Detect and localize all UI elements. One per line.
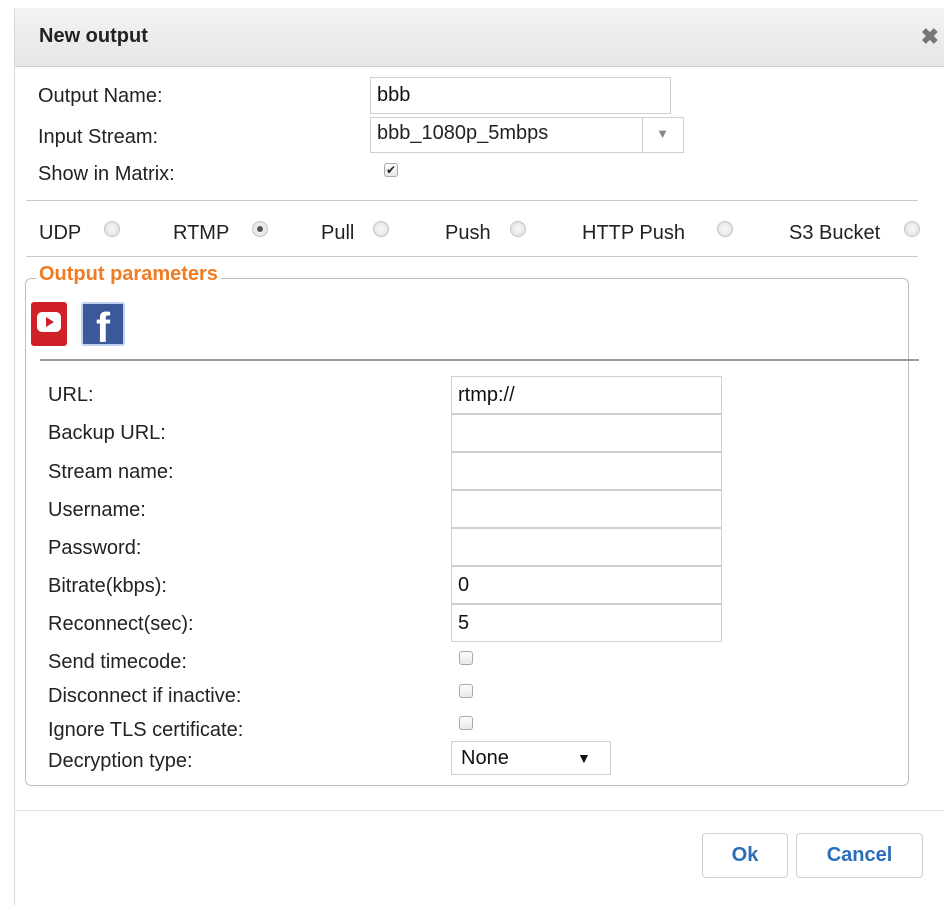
show-in-matrix-label: Show in Matrix: [38, 163, 175, 185]
close-icon[interactable]: ✖ [921, 24, 939, 50]
decryption-type-value: None [461, 747, 509, 769]
divider [40, 359, 919, 361]
facebook-icon[interactable]: f [81, 302, 125, 351]
protocol-udp-radio[interactable] [104, 221, 120, 237]
protocol-pull-label[interactable]: Pull [321, 222, 354, 245]
stream-name-label: Stream name: [48, 461, 174, 483]
stream-name-input[interactable] [451, 452, 722, 490]
decryption-type-select[interactable]: None ▼ [451, 741, 611, 775]
ignore-tls-checkbox[interactable] [459, 716, 473, 730]
decryption-type-label: Decryption type: [48, 750, 193, 772]
input-stream-label: Input Stream: [38, 126, 159, 148]
output-name-input[interactable] [370, 77, 671, 114]
protocol-pull-radio[interactable] [373, 221, 389, 237]
show-in-matrix-checkbox[interactable]: ✔ [384, 163, 398, 177]
password-label: Password: [48, 537, 142, 559]
divider [26, 256, 918, 257]
background-window-strip [0, 0, 944, 8]
input-stream-select[interactable]: bbb_1080p_5mbps ▼ [370, 117, 684, 153]
protocol-push-radio[interactable] [510, 221, 526, 237]
bitrate-input[interactable] [451, 566, 722, 604]
password-input[interactable] [451, 528, 722, 566]
backup-url-input[interactable] [451, 414, 722, 452]
cancel-button[interactable]: Cancel [796, 833, 923, 878]
footer-divider [14, 810, 944, 811]
play-triangle [46, 317, 54, 327]
input-stream-value: bbb_1080p_5mbps [377, 122, 549, 144]
dialog-title: New output [39, 25, 148, 47]
bitrate-label: Bitrate(kbps): [48, 575, 167, 597]
ok-button[interactable]: Ok [702, 833, 788, 878]
disconnect-inactive-label: Disconnect if inactive: [48, 685, 242, 707]
reconnect-label: Reconnect(sec): [48, 613, 194, 635]
protocol-udp-label[interactable]: UDP [39, 222, 81, 245]
protocol-http-push-label[interactable]: HTTP Push [582, 222, 685, 245]
protocol-s3-bucket-label[interactable]: S3 Bucket [789, 222, 880, 245]
chevron-down-icon[interactable]: ▼ [656, 126, 669, 141]
caret-down-icon[interactable]: ▼ [577, 750, 591, 766]
username-input[interactable] [451, 490, 722, 528]
send-timecode-checkbox[interactable] [459, 651, 473, 665]
protocol-s3-bucket-radio[interactable] [904, 221, 920, 237]
protocol-rtmp-label[interactable]: RTMP [173, 222, 229, 245]
protocol-rtmp-radio[interactable] [252, 221, 268, 237]
select-divider [642, 118, 643, 152]
username-label: Username: [48, 499, 146, 521]
divider [26, 200, 918, 201]
protocol-push-label[interactable]: Push [445, 222, 491, 245]
url-input[interactable] [451, 376, 722, 414]
send-timecode-label: Send timecode: [48, 651, 187, 673]
dialog-titlebar: New output ✖ [15, 8, 944, 67]
reconnect-input[interactable] [451, 604, 722, 642]
ignore-tls-label: Ignore TLS certificate: [48, 719, 244, 741]
output-name-label: Output Name: [38, 85, 163, 107]
backup-url-label: Backup URL: [48, 422, 166, 444]
disconnect-inactive-checkbox[interactable] [459, 684, 473, 698]
url-label: URL: [48, 384, 94, 406]
protocol-http-push-radio[interactable] [717, 221, 733, 237]
youtube-icon[interactable] [31, 302, 67, 346]
output-parameters-legend: Output parameters [36, 263, 221, 286]
